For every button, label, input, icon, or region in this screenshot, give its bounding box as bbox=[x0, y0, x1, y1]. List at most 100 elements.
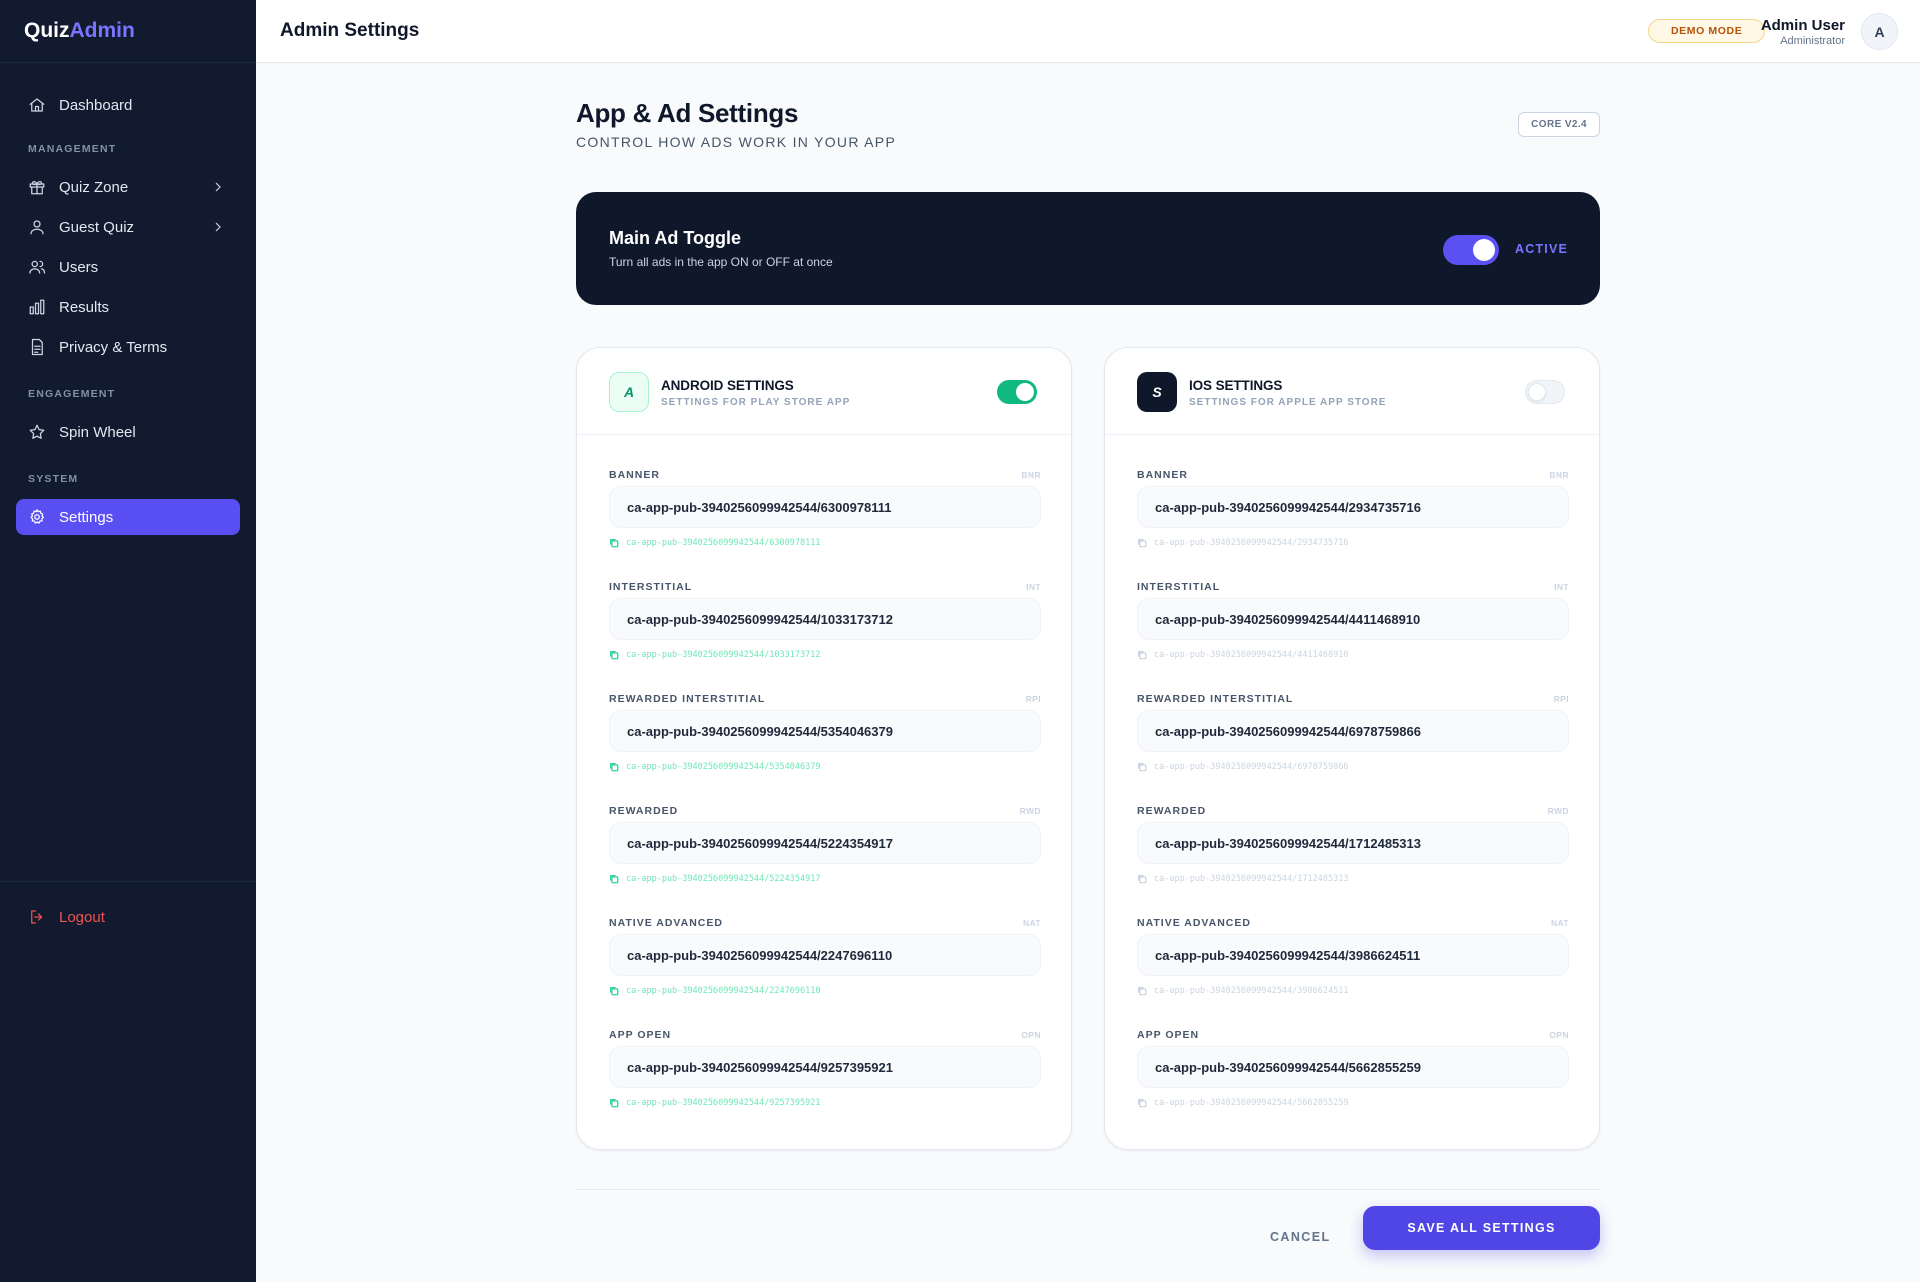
field-hint[interactable]: ca-app-pub-3940256099942544/2247696110 bbox=[609, 986, 820, 996]
field-hint[interactable]: ca-app-pub-3940256099942544/9257395921 bbox=[609, 1098, 820, 1108]
field-hint[interactable]: ca-app-pub-3940256099942544/1712485313 bbox=[1137, 874, 1348, 884]
android-settings-card: A ANDROID SETTINGS SETTINGS FOR PLAY STO… bbox=[576, 347, 1072, 1150]
field-hint-text: ca-app-pub-3940256099942544/6300978111 bbox=[626, 538, 821, 548]
field-hint[interactable]: ca-app-pub-3940256099942544/3986624511 bbox=[1137, 986, 1348, 996]
field-hint[interactable]: ca-app-pub-3940256099942544/6300978111 bbox=[609, 538, 820, 548]
gift-icon bbox=[28, 178, 46, 196]
toggle-knob bbox=[1473, 239, 1495, 261]
logout-button[interactable]: Logout bbox=[16, 899, 240, 935]
field-hint[interactable]: ca-app-pub-3940256099942544/4411468910 bbox=[1137, 650, 1348, 660]
bar-chart-icon bbox=[28, 298, 46, 316]
page-subtitle: CONTROL HOW ADS WORK IN YOUR APP bbox=[576, 134, 897, 150]
field-code: RWD bbox=[1019, 806, 1041, 816]
ios-card-header: S IOS SETTINGS SETTINGS FOR APPLE APP ST… bbox=[1105, 348, 1599, 435]
toggle-knob bbox=[1016, 383, 1034, 401]
field-hint[interactable]: ca-app-pub-3940256099942544/5224354917 bbox=[609, 874, 820, 884]
field-hint[interactable]: ca-app-pub-3940256099942544/6978759866 bbox=[1137, 762, 1348, 772]
sidebar-item-quiz-zone[interactable]: Quiz Zone bbox=[16, 169, 240, 205]
avatar[interactable]: A bbox=[1861, 13, 1898, 50]
logout-label: Logout bbox=[59, 908, 105, 926]
android-card-subtitle: SETTINGS FOR PLAY STORE APP bbox=[661, 397, 851, 408]
android-interstitial-input[interactable] bbox=[609, 598, 1041, 640]
main-ad-toggle-panel: Main Ad Toggle Turn all ads in the app O… bbox=[576, 192, 1600, 305]
sidebar: Quiz Admin Dashboard MANAGEMENT Quiz Zone… bbox=[0, 0, 256, 1282]
field-code: BNR bbox=[1021, 470, 1041, 480]
field-label: REWARDED INTERSTITIAL bbox=[609, 693, 766, 705]
field-code: INT bbox=[1554, 582, 1569, 592]
brand-logo[interactable]: Quiz Admin bbox=[0, 0, 256, 63]
page-title: App & Ad Settings bbox=[576, 98, 799, 128]
ios-rewarded-interstitial-input[interactable] bbox=[1137, 710, 1569, 752]
field-hint-text: ca-app-pub-3940256099942544/5662855259 bbox=[1154, 1098, 1349, 1108]
field-hint[interactable]: ca-app-pub-3940256099942544/2934735716 bbox=[1137, 538, 1348, 548]
ios-native-advanced-input[interactable] bbox=[1137, 934, 1569, 976]
ios-app-open-input[interactable] bbox=[1137, 1046, 1569, 1088]
sidebar-item-spin-wheel[interactable]: Spin Wheel bbox=[16, 414, 240, 450]
android-enable-toggle[interactable] bbox=[997, 380, 1037, 404]
main-ad-toggle-title: Main Ad Toggle bbox=[609, 228, 741, 248]
android-banner-input[interactable] bbox=[609, 486, 1041, 528]
field-hint-text: ca-app-pub-3940256099942544/6978759866 bbox=[1154, 762, 1349, 772]
logout-icon bbox=[28, 908, 46, 926]
ios-enable-toggle[interactable] bbox=[1525, 380, 1565, 404]
field-label: BANNER bbox=[1137, 469, 1188, 481]
star-icon bbox=[28, 423, 46, 441]
field-label: APP OPEN bbox=[609, 1029, 672, 1041]
field-label: INTERSTITIAL bbox=[1137, 581, 1221, 593]
nav-section-management: MANAGEMENT bbox=[28, 143, 117, 155]
toggle-knob bbox=[1528, 383, 1546, 401]
user-icon bbox=[28, 218, 46, 236]
copy-icon bbox=[1138, 763, 1147, 772]
sidebar-divider bbox=[0, 881, 256, 882]
chevron-right-icon bbox=[210, 179, 226, 195]
ios-interstitial-input[interactable] bbox=[1137, 598, 1569, 640]
android-app-open-input[interactable] bbox=[609, 1046, 1041, 1088]
field-label: NATIVE ADVANCED bbox=[1137, 917, 1251, 929]
main-ad-toggle-status: ACTIVE bbox=[1515, 242, 1569, 256]
copy-icon bbox=[1138, 875, 1147, 884]
field-label: REWARDED bbox=[1137, 805, 1207, 817]
field-hint-text: ca-app-pub-3940256099942544/5354046379 bbox=[626, 762, 821, 772]
sidebar-item-results[interactable]: Results bbox=[16, 289, 240, 325]
sidebar-item-settings[interactable]: Settings bbox=[16, 499, 240, 535]
sidebar-item-label: Spin Wheel bbox=[59, 423, 136, 441]
sidebar-item-guest-quiz[interactable]: Guest Quiz bbox=[16, 209, 240, 245]
android-rewarded-input[interactable] bbox=[609, 822, 1041, 864]
android-native-advanced-input[interactable] bbox=[609, 934, 1041, 976]
copy-icon bbox=[1138, 1099, 1147, 1108]
field-code: RPI bbox=[1553, 694, 1569, 704]
sidebar-item-users[interactable]: Users bbox=[16, 249, 240, 285]
field-hint-text: ca-app-pub-3940256099942544/4411468910 bbox=[1154, 650, 1349, 660]
sidebar-item-label: Privacy & Terms bbox=[59, 338, 168, 356]
field-hint[interactable]: ca-app-pub-3940256099942544/5354046379 bbox=[609, 762, 820, 772]
users-icon bbox=[28, 258, 46, 276]
field-hint[interactable]: ca-app-pub-3940256099942544/5662855259 bbox=[1137, 1098, 1348, 1108]
sidebar-item-privacy-terms[interactable]: Privacy & Terms bbox=[16, 329, 240, 365]
ios-card-title: IOS SETTINGS bbox=[1189, 378, 1283, 393]
ios-icon: S bbox=[1137, 372, 1177, 412]
save-all-settings-button[interactable]: SAVE ALL SETTINGS bbox=[1363, 1206, 1600, 1250]
sidebar-item-label: Results bbox=[59, 298, 110, 316]
field-hint[interactable]: ca-app-pub-3940256099942544/1033173712 bbox=[609, 650, 820, 660]
ios-rewarded-input[interactable] bbox=[1137, 822, 1569, 864]
android-card-title: ANDROID SETTINGS bbox=[661, 378, 794, 393]
sidebar-item-label: Guest Quiz bbox=[59, 218, 135, 236]
copy-icon bbox=[1138, 539, 1147, 548]
field-code: OPN bbox=[1549, 1030, 1569, 1040]
field-label: BANNER bbox=[609, 469, 660, 481]
field-hint-text: ca-app-pub-3940256099942544/1033173712 bbox=[626, 650, 821, 660]
cancel-button[interactable]: CANCEL bbox=[1262, 1218, 1338, 1256]
field-label: REWARDED INTERSTITIAL bbox=[1137, 693, 1294, 705]
copy-icon bbox=[610, 539, 619, 548]
brand-part-quiz: Quiz bbox=[24, 19, 70, 42]
sidebar-item-dashboard[interactable]: Dashboard bbox=[16, 87, 240, 123]
android-icon: A bbox=[609, 372, 649, 412]
android-rewarded-interstitial-input[interactable] bbox=[609, 710, 1041, 752]
field-hint-text: ca-app-pub-3940256099942544/2934735716 bbox=[1154, 538, 1349, 548]
ios-banner-input[interactable] bbox=[1137, 486, 1569, 528]
document-icon bbox=[28, 338, 46, 356]
main-ad-toggle-switch[interactable] bbox=[1443, 235, 1499, 265]
chevron-right-icon bbox=[210, 219, 226, 235]
ios-settings-card: S IOS SETTINGS SETTINGS FOR APPLE APP ST… bbox=[1104, 347, 1600, 1150]
copy-icon bbox=[610, 875, 619, 884]
